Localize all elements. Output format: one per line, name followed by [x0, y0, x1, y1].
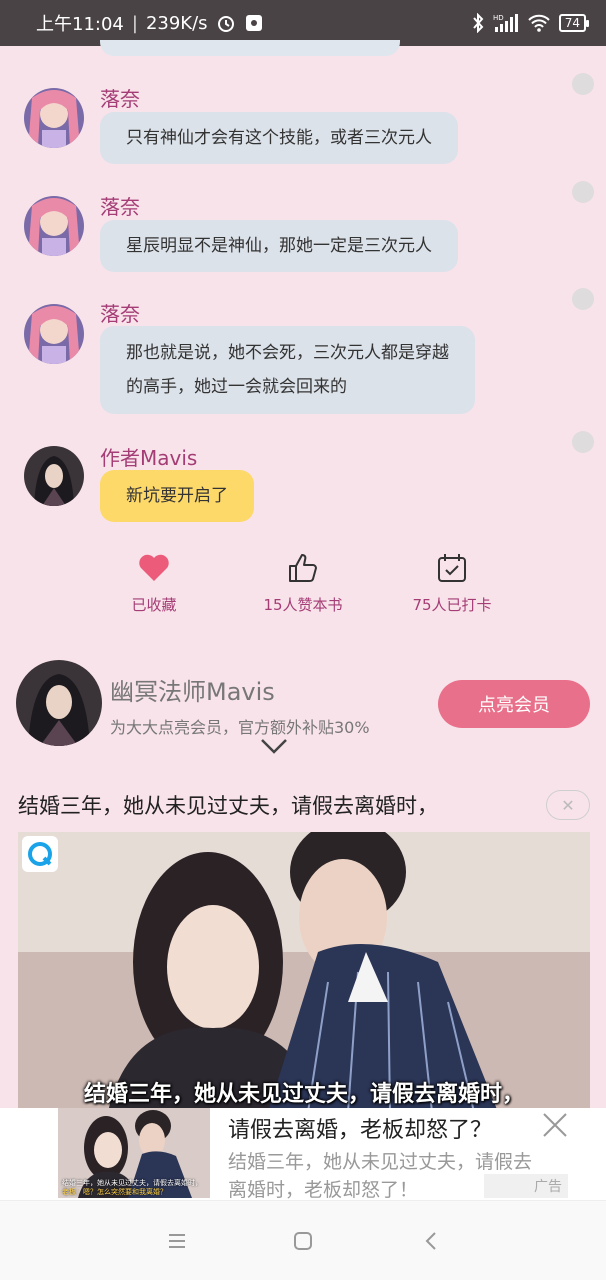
heart-icon: [84, 550, 224, 586]
back-icon[interactable]: [416, 1227, 446, 1255]
banner-ad[interactable]: 结婚三年，她从未见过丈夫，请假去离婚时， 老板：嗯？怎么突然要和我离婚？ 请假去…: [0, 1108, 606, 1201]
message-line: 的高手，她过一会就会回来的: [126, 377, 347, 397]
thumbnail-caption-2: 老板：嗯？怎么突然要和我离婚？: [62, 1188, 167, 1196]
sender-name: 落奈: [100, 302, 140, 326]
previous-message-bubble: [100, 40, 400, 56]
sender-name: 作者Mavis: [100, 446, 198, 470]
member-card: 幽冥法师Mavis 为大大点亮会员，官方额外补贴30% 点亮会员: [0, 660, 606, 760]
status-dot: [572, 181, 594, 203]
sender-name: 落奈: [100, 195, 140, 219]
message-bubble[interactable]: 那也就是说，她不会死，三次元人都是穿越 的高手，她过一会就会回来的: [100, 326, 475, 414]
ad-label-text: 广告: [534, 1179, 562, 1195]
checkins-label: 75人已打卡: [412, 596, 492, 614]
system-navigation-bar: [0, 1200, 606, 1280]
network-speed: 239K/s: [145, 12, 208, 34]
ad-image[interactable]: 结婚三年，她从未见过丈夫，请假去离婚时，: [18, 832, 590, 1112]
ad-label: 广告: [484, 1174, 568, 1198]
menu-icon[interactable]: [162, 1227, 192, 1255]
status-dot: [572, 288, 594, 310]
light-up-member-button[interactable]: 点亮会员: [438, 680, 590, 728]
wifi-icon: [527, 13, 551, 33]
message-bubble[interactable]: 只有神仙才会有这个技能，或者三次元人: [100, 112, 458, 164]
status-dot: [572, 431, 594, 453]
status-dot: [572, 73, 594, 95]
battery-indicator: 74: [558, 14, 590, 32]
alarm-icon: [216, 13, 236, 33]
banner-title[interactable]: 请假去离婚，老板却怒了？: [228, 1112, 492, 1144]
author-name: 幽冥法师Mavis: [110, 678, 275, 706]
thumbs-up-icon: [233, 550, 373, 586]
message-bubble[interactable]: 星辰明显不是神仙，那她一定是三次元人: [100, 220, 458, 272]
author-avatar[interactable]: [24, 446, 84, 506]
calendar-check-icon: [382, 550, 522, 586]
favorite-label: 已收藏: [131, 596, 177, 614]
sender-name: 落奈: [100, 87, 140, 111]
checkin-button[interactable]: 75人已打卡: [382, 550, 522, 615]
chevron-down-icon[interactable]: [260, 738, 288, 758]
message-line: 那也就是说，她不会死，三次元人都是穿越: [126, 343, 449, 363]
avatar[interactable]: [24, 304, 84, 364]
ad-title[interactable]: 结婚三年，她从未见过丈夫，请假去离婚时，: [18, 790, 538, 820]
ad-app-logo-icon: [22, 836, 58, 872]
avatar[interactable]: [24, 88, 84, 148]
signal-icon: HD: [493, 13, 519, 33]
bluetooth-icon: [471, 13, 485, 33]
svg-text:HD: HD: [493, 14, 504, 22]
member-subtitle: 为大大点亮会员，官方额外补贴30%: [110, 718, 370, 737]
action-bar: 已收藏 15人赞本书 75人已打卡: [0, 550, 606, 620]
banner-thumbnail[interactable]: 结婚三年，她从未见过丈夫，请假去离婚时， 老板：嗯？怎么突然要和我离婚？: [58, 1108, 210, 1198]
close-icon[interactable]: ✕: [546, 790, 590, 820]
status-time: 上午11:04: [36, 14, 124, 35]
favorite-button[interactable]: 已收藏: [84, 550, 224, 615]
author-avatar[interactable]: [16, 660, 102, 746]
home-square-icon[interactable]: [288, 1227, 318, 1255]
app-notification-icon: [244, 13, 264, 33]
ad-caption: 结婚三年，她从未见过丈夫，请假去离婚时，: [83, 1082, 524, 1107]
avatar[interactable]: [24, 196, 84, 256]
message-bubble[interactable]: 新坑要开启了: [100, 470, 254, 522]
like-button[interactable]: 15人赞本书: [233, 550, 373, 615]
close-icon[interactable]: [540, 1110, 570, 1140]
likes-label: 15人赞本书: [263, 596, 343, 614]
